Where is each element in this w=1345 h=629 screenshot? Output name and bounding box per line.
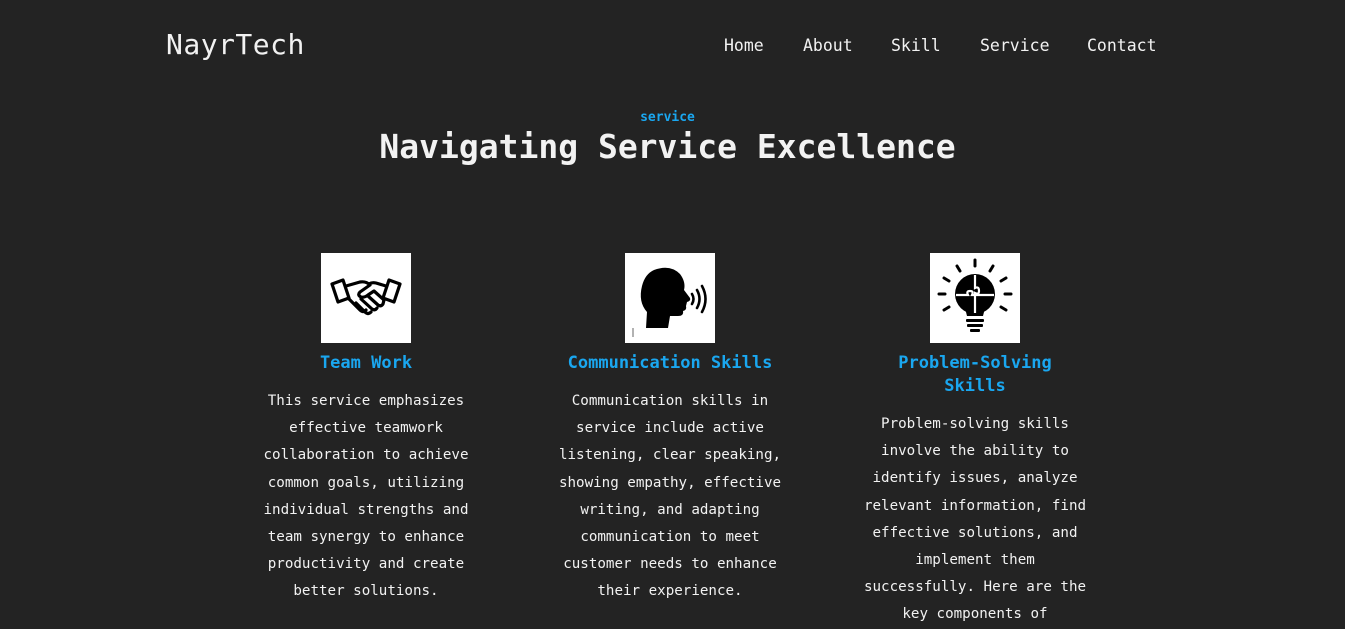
section-title: Navigating Service Excellence (379, 127, 956, 166)
nav-service-link[interactable]: Service (980, 36, 1050, 55)
card-description: This service emphasizes effective teamwo… (263, 393, 469, 600)
top-navbar: NayrTech Home About Skill Service Contac… (0, 0, 1345, 92)
section-eyebrow: service (640, 110, 695, 125)
card-title: Problem-Solving Skills (898, 353, 1052, 396)
card-title: Team Work (319, 353, 413, 373)
nav-about-link[interactable]: About (803, 36, 853, 55)
nav-skill-link[interactable]: Skill (891, 36, 941, 55)
service-card-communication: Communication Skills Communication skill… (555, 253, 785, 606)
lightbulb-puzzle-icon (930, 253, 1020, 343)
nav-contact-link[interactable]: Contact (1087, 36, 1157, 55)
speaking-head-icon (625, 253, 715, 343)
service-card-problem-solving: Problem-Solving Skills Problem-solving s… (860, 253, 1090, 629)
nav-home-link[interactable]: Home (724, 36, 764, 55)
card-description: Problem-solving skills involve the abili… (863, 416, 1087, 623)
card-title: Communication Skills (567, 353, 773, 373)
card-description: Communication skills in service include … (558, 393, 782, 600)
handshake-icon (321, 253, 411, 343)
service-card-teamwork: Team Work This service emphasizes effect… (251, 253, 481, 606)
nav-menu: Home About Skill Service Contact (0, 36, 1345, 58)
